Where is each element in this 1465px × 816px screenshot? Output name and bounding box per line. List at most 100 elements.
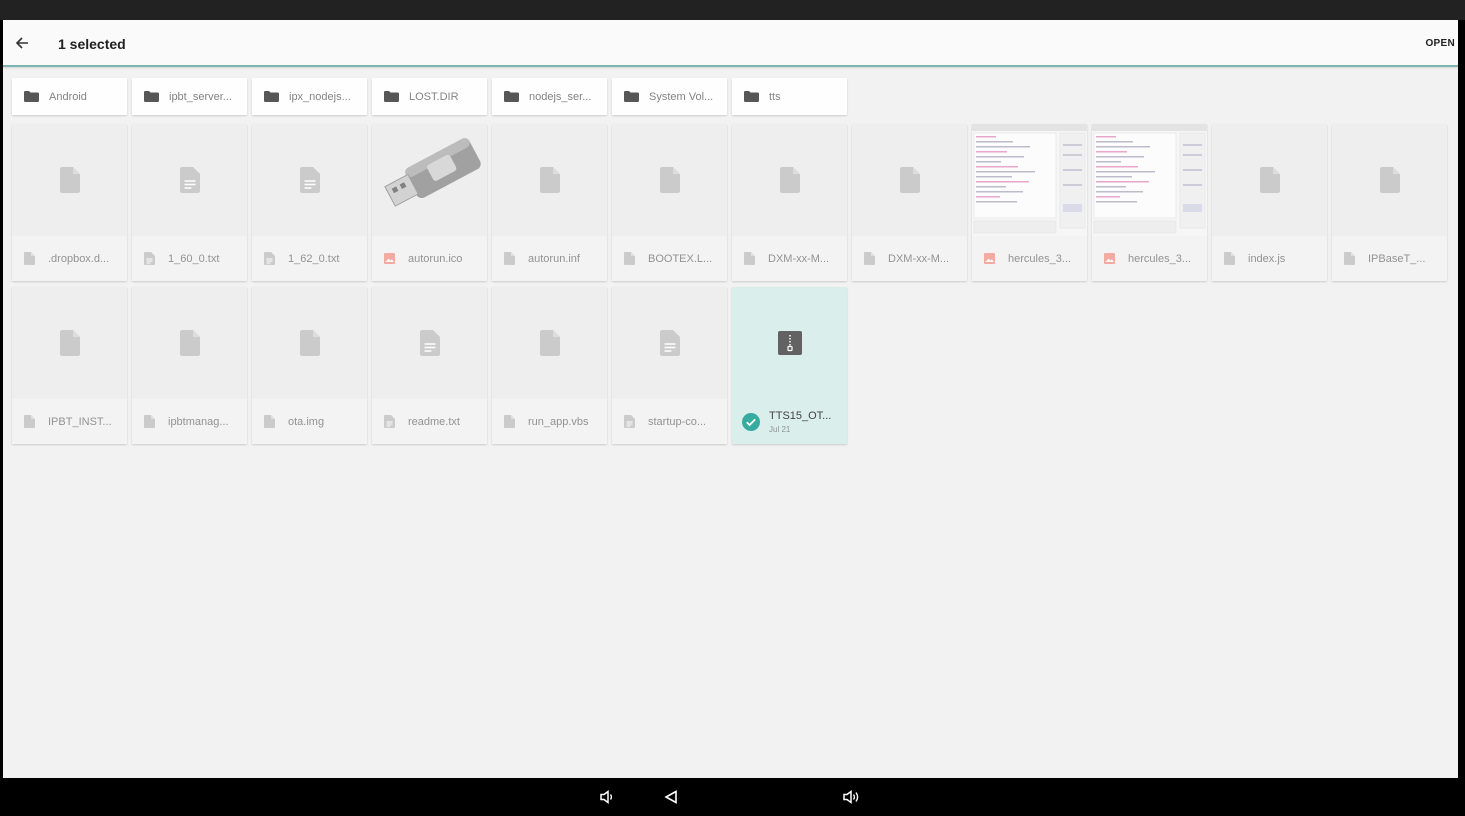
text-file-icon	[264, 252, 275, 265]
generic-document-icon	[59, 167, 80, 193]
file-label-row: run_app.vbs	[492, 399, 607, 444]
generic-document-icon	[659, 167, 680, 193]
file-thumbnail	[1332, 124, 1447, 236]
file-label-row: hercules_3...	[972, 236, 1087, 281]
file-item[interactable]: IPBaseT_...	[1332, 124, 1447, 281]
file-label-row: BOOTEX.L...	[612, 236, 727, 281]
file-item[interactable]: ipbtmanag...	[132, 287, 247, 444]
file-name: ota.img	[288, 415, 325, 428]
file-item[interactable]: IPBT_INST...	[12, 287, 127, 444]
generic-document-icon	[779, 167, 800, 193]
file-item[interactable]: 1_60_0.txt	[132, 124, 247, 281]
file-thumbnail	[1212, 124, 1327, 236]
folder-name: LOST.DIR	[409, 90, 459, 103]
selection-count-title: 1 selected	[58, 36, 126, 52]
folder-item[interactable]: nodejs_ser...	[492, 78, 607, 115]
file-item[interactable]: DXM-xx-M...	[852, 124, 967, 281]
folder-icon	[624, 91, 639, 102]
file-item[interactable]: startup-co...	[612, 287, 727, 444]
file-thumbnail	[852, 124, 967, 236]
file-label-row: IPBT_INST...	[12, 399, 127, 444]
text-document-icon	[299, 167, 320, 193]
file-label-row: hercules_3...	[1092, 236, 1207, 281]
screenshot-thumbnail-icon	[1092, 124, 1207, 236]
file-thumbnail	[492, 287, 607, 399]
file-item[interactable]: hercules_3...	[1092, 124, 1207, 281]
file-item[interactable]: DXM-xx-M...	[732, 124, 847, 281]
file-item[interactable]: autorun.ico	[372, 124, 487, 281]
file-item-selected[interactable]: TTS15_OT... Jul 21	[732, 287, 847, 444]
file-item[interactable]: BOOTEX.L...	[612, 124, 727, 281]
file-item[interactable]: ota.img	[252, 287, 367, 444]
folder-icon	[264, 91, 279, 102]
navigation-bar	[0, 778, 1465, 816]
file-thumbnail	[372, 124, 487, 236]
generic-file-icon	[264, 415, 275, 428]
generic-document-icon	[539, 167, 560, 193]
volume-up-button[interactable]	[840, 787, 862, 807]
folder-item[interactable]: System Vol...	[612, 78, 727, 115]
folder-item[interactable]: Android	[12, 78, 127, 115]
folder-icon	[504, 91, 519, 102]
image-file-icon	[984, 253, 995, 264]
back-button[interactable]	[9, 30, 35, 56]
action-bar: 1 selected OPEN	[3, 20, 1458, 67]
folder-icon	[384, 91, 399, 102]
generic-file-icon	[744, 252, 755, 265]
file-name: run_app.vbs	[528, 415, 589, 428]
file-thumbnail	[612, 287, 727, 399]
generic-document-icon	[539, 330, 560, 356]
file-label-row: DXM-xx-M...	[732, 236, 847, 281]
folder-item[interactable]: ipx_nodejs...	[252, 78, 367, 115]
file-thumbnail	[972, 124, 1087, 236]
file-label-row: IPBaseT_...	[1332, 236, 1447, 281]
file-label-row: TTS15_OT... Jul 21	[732, 399, 847, 444]
file-item[interactable]: run_app.vbs	[492, 287, 607, 444]
file-item[interactable]: readme.txt	[372, 287, 487, 444]
generic-document-icon	[1259, 167, 1280, 193]
open-button[interactable]: OPEN	[1425, 38, 1455, 49]
file-label-row: 1_60_0.txt	[132, 236, 247, 281]
back-nav-button[interactable]	[660, 787, 682, 807]
file-label-row: index.js	[1212, 236, 1327, 281]
generic-document-icon	[899, 167, 920, 193]
status-bar	[0, 0, 1465, 20]
generic-file-icon	[24, 252, 35, 265]
text-file-icon	[144, 252, 155, 265]
generic-document-icon	[179, 330, 200, 356]
file-item[interactable]: 1_62_0.txt	[252, 124, 367, 281]
file-name: ipbtmanag...	[168, 415, 229, 428]
file-thumbnail	[132, 124, 247, 236]
generic-file-icon	[24, 415, 35, 428]
folder-name: ipx_nodejs...	[289, 90, 351, 103]
file-item[interactable]: .dropbox.d...	[12, 124, 127, 281]
folder-item[interactable]: tts	[732, 78, 847, 115]
folder-item[interactable]: ipbt_server...	[132, 78, 247, 115]
text-document-icon	[659, 330, 680, 356]
file-item[interactable]: hercules_3...	[972, 124, 1087, 281]
file-thumbnail	[492, 124, 607, 236]
folder-name: tts	[769, 90, 781, 103]
file-label-row: autorun.inf	[492, 236, 607, 281]
file-item[interactable]: autorun.inf	[492, 124, 607, 281]
check-circle-icon	[742, 412, 760, 431]
archive-icon	[777, 331, 802, 355]
file-thumbnail	[732, 124, 847, 236]
file-item[interactable]: index.js	[1212, 124, 1327, 281]
triangle-back-icon	[664, 790, 677, 804]
file-name: hercules_3...	[1128, 252, 1191, 265]
generic-document-icon	[59, 330, 80, 356]
file-thumbnail	[372, 287, 487, 399]
volume-down-icon	[600, 790, 613, 804]
file-thumbnail	[252, 287, 367, 399]
generic-file-icon	[504, 415, 515, 428]
folder-name: nodejs_ser...	[529, 90, 592, 103]
file-label-row: autorun.ico	[372, 236, 487, 281]
generic-file-icon	[1344, 252, 1355, 265]
volume-down-button[interactable]	[596, 787, 618, 807]
folder-item[interactable]: LOST.DIR	[372, 78, 487, 115]
file-label-row: startup-co...	[612, 399, 727, 444]
file-name: hercules_3...	[1008, 252, 1071, 265]
image-file-icon	[1104, 253, 1115, 264]
file-name: TTS15_OT...	[769, 409, 832, 422]
